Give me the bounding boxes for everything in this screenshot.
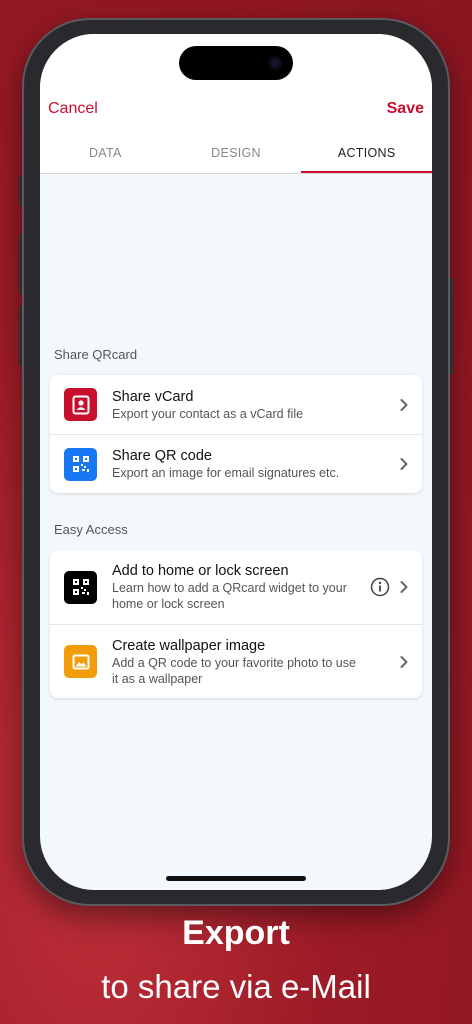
dynamic-island — [179, 46, 293, 80]
share-qr-code-title: Share QR code — [112, 448, 212, 464]
image-icon — [64, 645, 97, 678]
qr-code-icon — [64, 570, 97, 604]
create-wallpaper-row[interactable]: Create wallpaper image Add a QR code to … — [50, 624, 422, 698]
chevron-right-icon — [400, 581, 408, 593]
share-vcard-title: Share vCard — [112, 388, 194, 405]
section-label-share-qrcard: Share QRcard — [54, 347, 138, 362]
add-to-home-row[interactable]: Add to home or lock screen Learn how to … — [50, 550, 422, 624]
share-qrcard-card: Share vCard Export your contact as a vCa… — [50, 375, 422, 493]
tab-bar: DATA DESIGN ACTIONS — [40, 134, 432, 174]
home-indicator[interactable] — [166, 876, 306, 881]
chevron-right-icon — [400, 398, 408, 411]
tab-design[interactable]: DESIGN — [171, 134, 302, 173]
create-wallpaper-text: Create wallpaper image Add a QR code to … — [112, 637, 390, 687]
caption-subtitle: to share via e-Mail — [101, 968, 371, 1005]
add-to-home-text: Add to home or lock screen Learn how to … — [112, 562, 370, 612]
add-to-home-title: Add to home or lock screen — [112, 563, 289, 579]
chevron-right-icon — [400, 655, 408, 668]
contact-card-icon — [64, 388, 97, 421]
share-vcard-subtitle: Export your contact as a vCard file — [112, 406, 304, 421]
add-to-home-subtitle: Learn how to add a QRcard widget to your… — [112, 581, 347, 611]
qr-code-icon — [64, 447, 97, 481]
save-button[interactable]: Save — [387, 100, 424, 118]
tab-actions[interactable]: ACTIONS — [301, 134, 432, 173]
easy-access-card: Add to home or lock screen Learn how to … — [50, 550, 422, 698]
cancel-button[interactable]: Cancel — [48, 100, 98, 118]
share-qr-code-row[interactable]: Share QR code Export an image for email … — [50, 434, 422, 493]
section-label-easy-access: Easy Access — [54, 522, 128, 537]
tab-data[interactable]: DATA — [40, 134, 171, 173]
create-wallpaper-subtitle: Add a QR code to your favorite photo to … — [112, 655, 356, 686]
info-icon[interactable] — [370, 577, 390, 597]
share-vcard-row[interactable]: Share vCard Export your contact as a vCa… — [50, 375, 422, 434]
app-screen: Cancel Save DATA DESIGN ACTIONS Share QR… — [40, 34, 432, 890]
create-wallpaper-title: Create wallpaper image — [112, 637, 266, 654]
camera-icon — [268, 56, 282, 70]
caption-title: Export — [182, 914, 290, 952]
chevron-right-icon — [400, 458, 408, 470]
share-qr-code-subtitle: Export an image for email signatures etc… — [112, 466, 340, 480]
share-vcard-text: Share vCard Export your contact as a vCa… — [112, 388, 390, 422]
share-qr-code-text: Share QR code Export an image for email … — [112, 447, 390, 481]
